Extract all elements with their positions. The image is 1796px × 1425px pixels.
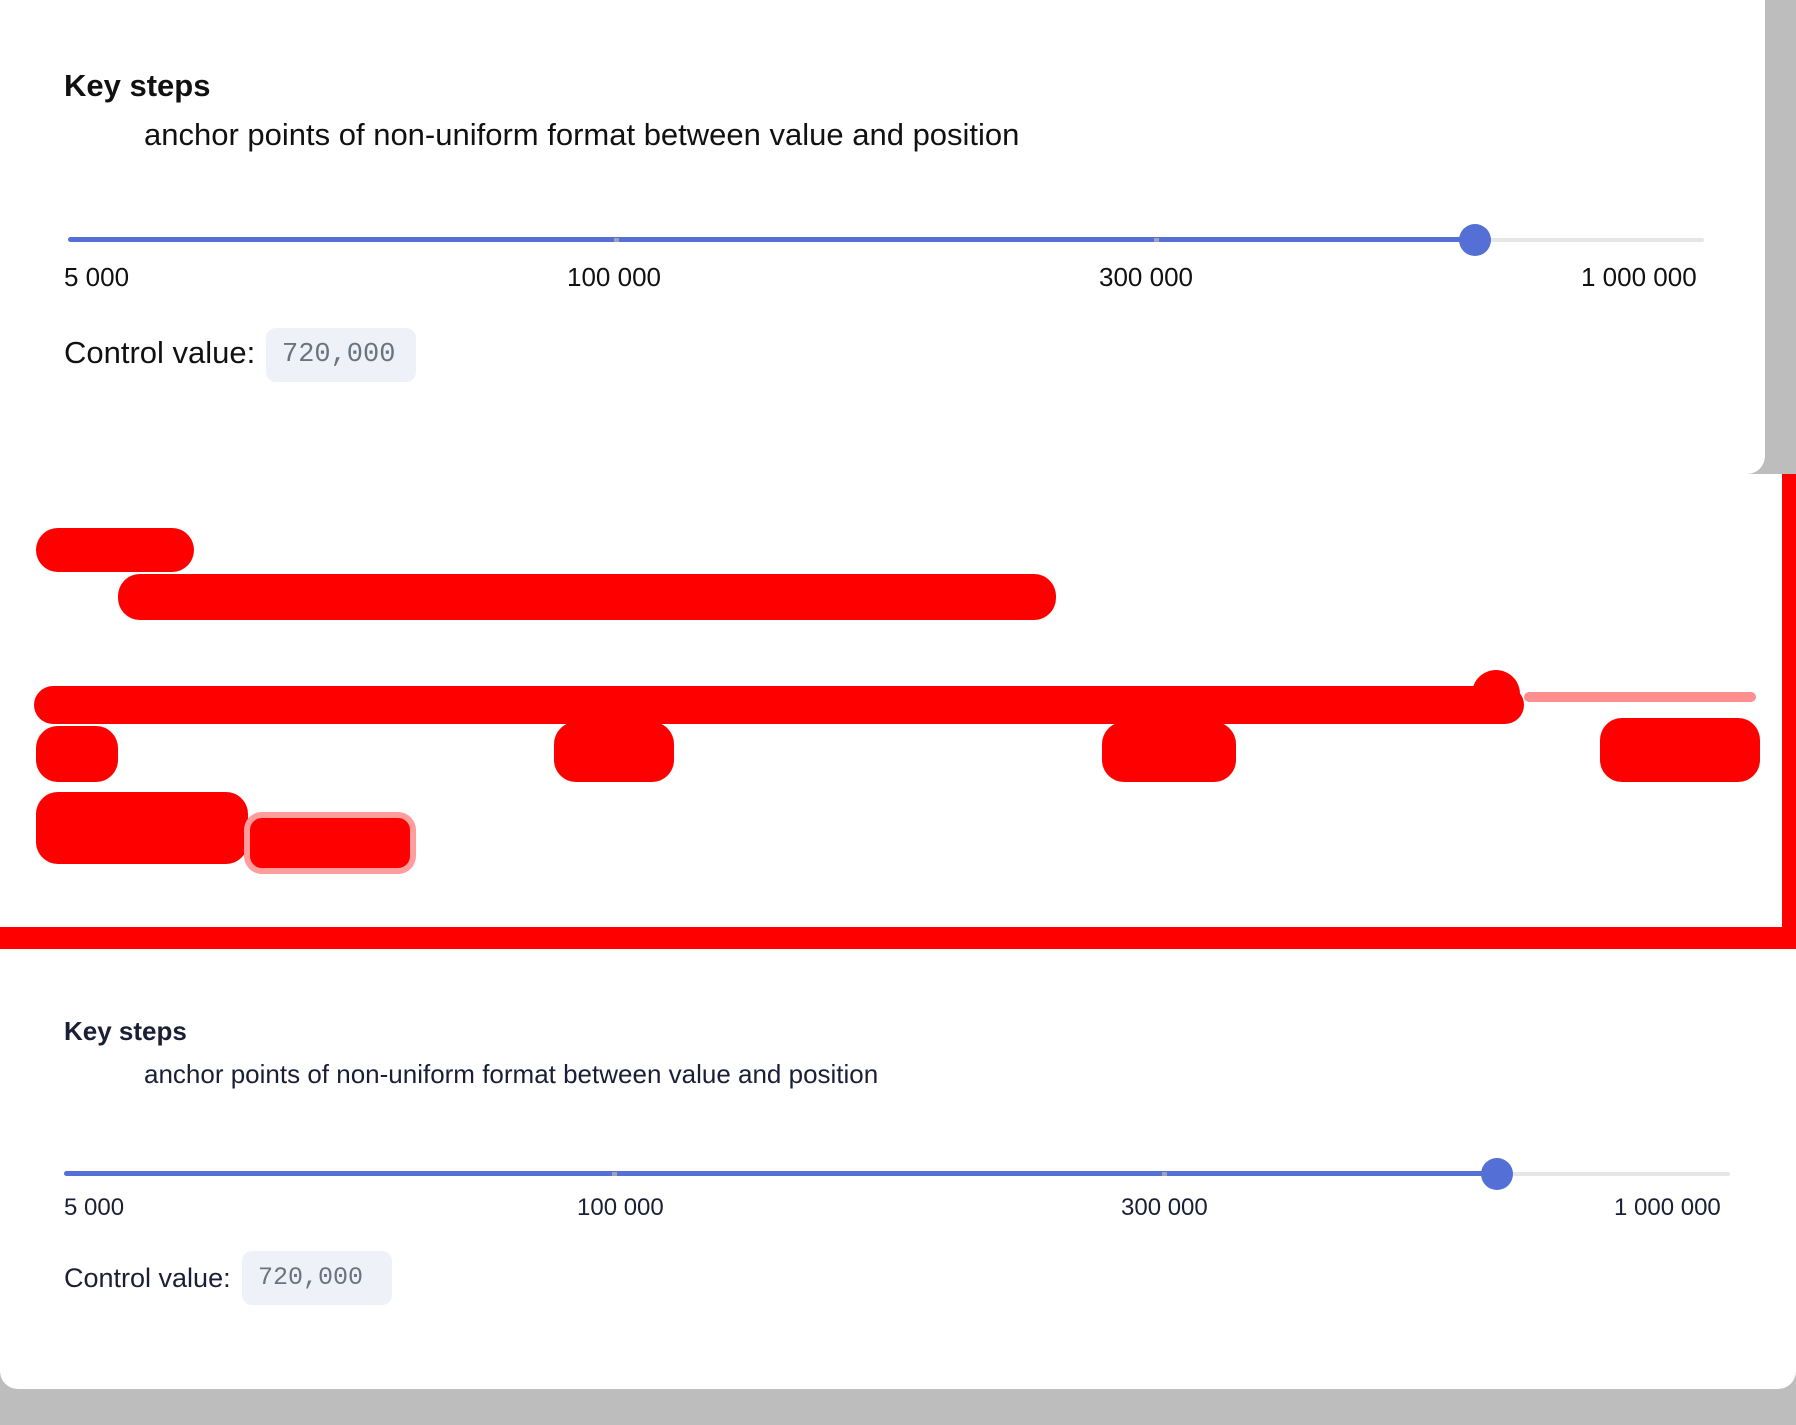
slider-mark-100000 <box>614 238 620 242</box>
section-subtitle: anchor points of non-uniform format betw… <box>144 1059 879 1089</box>
slider-mark-100000 <box>611 1172 617 1176</box>
control-value-display: 720,000 <box>266 328 416 382</box>
value-highlight <box>244 812 416 874</box>
section-title: Key steps <box>64 68 211 103</box>
slider-mark-300000 <box>1153 238 1159 242</box>
slider-thumb[interactable] <box>1458 224 1491 256</box>
slider-fill <box>68 237 1475 242</box>
tick-label: 300 000 <box>1121 1194 1208 1221</box>
label-highlight <box>36 792 248 864</box>
section-title: Key steps <box>64 1016 187 1046</box>
slider-fill <box>64 1171 1497 1176</box>
tick-highlight <box>1102 722 1236 782</box>
highlight-overlay-card <box>0 474 1796 949</box>
subtitle-highlight <box>118 574 1056 620</box>
thumb-highlight <box>1472 670 1520 718</box>
tick-label: 5 000 <box>64 1194 125 1221</box>
slider-highlight <box>34 686 1524 724</box>
section-subtitle: anchor points of non-uniform format betw… <box>144 117 1020 152</box>
control-value-label: Control value: <box>64 1263 231 1293</box>
tick-label: 100 000 <box>567 262 661 292</box>
slider-rest-highlight <box>1524 692 1756 702</box>
title-highlight <box>36 528 194 572</box>
tick-label: 100 000 <box>577 1194 664 1221</box>
tick-label: 5 000 <box>64 262 130 292</box>
tick-label: 300 000 <box>1099 262 1193 292</box>
slider-mark-300000 <box>1161 1172 1167 1176</box>
slider-thumb[interactable] <box>1480 1158 1513 1190</box>
range-slider[interactable] <box>68 220 1704 260</box>
tick-label: 1 000 000 <box>1614 1194 1721 1221</box>
tick-label: 1 000 000 <box>1581 262 1697 292</box>
top-card: Key steps anchor points of non-uniform f… <box>0 0 1765 474</box>
tick-highlight <box>554 722 674 782</box>
control-value-display: 720,000 <box>242 1251 392 1305</box>
control-value-label: Control value: <box>64 335 256 370</box>
bottom-card: Key steps anchor points of non-uniform f… <box>0 949 1796 1389</box>
tick-highlight <box>36 726 118 782</box>
range-slider[interactable] <box>64 1154 1730 1194</box>
tick-highlight <box>1600 718 1760 782</box>
